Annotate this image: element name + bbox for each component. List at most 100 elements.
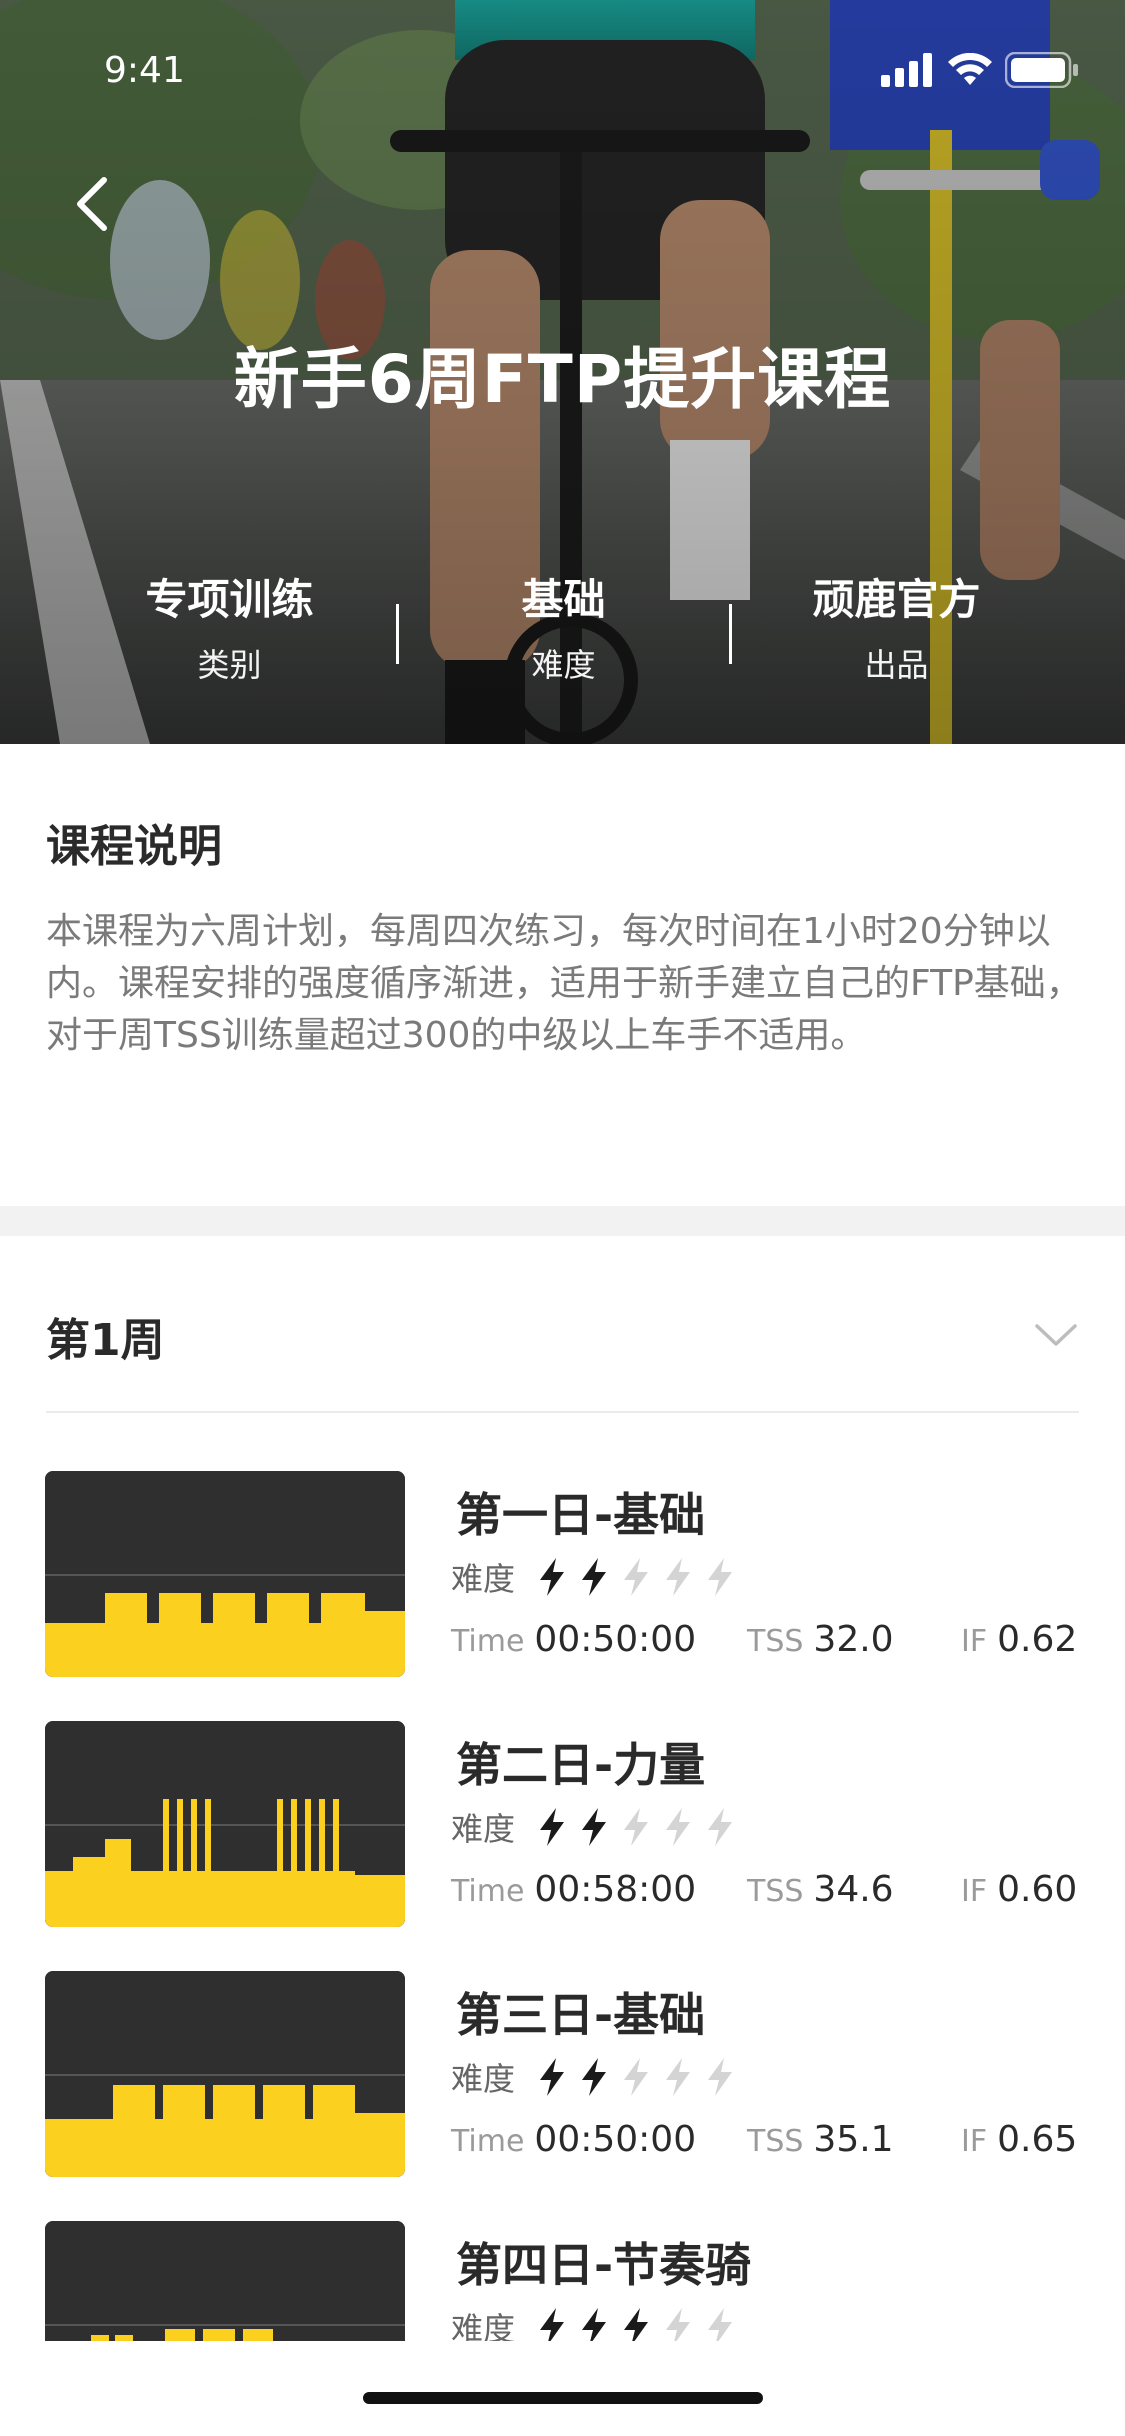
difficulty-label: 难度 — [451, 1560, 516, 1598]
workout-profile-chart — [45, 1721, 405, 1927]
tss-label: TSS — [747, 1624, 804, 1659]
stat-publisher: 顽鹿官方 出品 — [730, 568, 1063, 690]
tss-stat: TSS 35.1 — [747, 2119, 894, 2160]
status-bar: 9:41 — [0, 0, 1125, 132]
stat-category-value: 专项训练 — [145, 575, 314, 624]
workout-title: 第四日-节奏骑 — [456, 2238, 752, 2292]
bolt-inactive-icon — [624, 2058, 649, 2096]
week-title: 第1周 — [46, 1315, 165, 1366]
time-value: 00:50:00 — [534, 2119, 697, 2160]
bolt-inactive-icon — [624, 1808, 649, 1846]
bolt-active-icon — [540, 1558, 565, 1596]
tss-label: TSS — [747, 1874, 804, 1909]
if-stat: IF 0.60 — [961, 1869, 1077, 1910]
bolt-active-icon — [582, 1558, 607, 1596]
workout-title: 第一日-基础 — [456, 1488, 706, 1542]
stat-publisher-label: 出品 — [864, 646, 929, 684]
difficulty-label: 难度 — [451, 2310, 516, 2341]
tss-value: 35.1 — [813, 2119, 894, 2160]
workout-list: 第一日-基础 难度 Time 00:50:00 TSS 32.0 IF 0.62 第二… — [0, 1471, 1125, 2341]
bolt-inactive-icon — [666, 2308, 691, 2341]
bolt-inactive-icon — [666, 2058, 691, 2096]
bolt-inactive-icon — [708, 2058, 733, 2096]
workout-profile-chart — [45, 1471, 405, 1677]
week-divider — [46, 1411, 1079, 1413]
if-label: IF — [961, 1874, 988, 1909]
back-button[interactable] — [62, 168, 122, 240]
section-divider — [0, 1206, 1125, 1236]
time-value: 00:58:00 — [534, 1869, 697, 1910]
bolt-active-icon — [624, 2308, 649, 2341]
time-stat: Time 00:50:00 — [451, 2119, 696, 2160]
bolt-inactive-icon — [708, 1808, 733, 1846]
wifi-icon — [948, 53, 992, 85]
tss-stat: TSS 34.6 — [747, 1869, 894, 1910]
time-stat: Time 00:58:00 — [451, 1869, 696, 1910]
difficulty-rating — [533, 1806, 739, 1848]
tss-value: 34.6 — [813, 1869, 894, 1910]
workout-stats: Time 00:50:00 TSS 32.0 IF 0.62 — [451, 1619, 1081, 1669]
workout-difficulty: 难度 — [451, 2305, 739, 2341]
battery-icon — [1005, 52, 1078, 88]
difficulty-rating — [533, 2056, 739, 2098]
stat-category: 专项训练 类别 — [63, 568, 396, 690]
difficulty-rating — [533, 2306, 739, 2341]
time-label: Time — [451, 1624, 525, 1659]
home-indicator[interactable] — [363, 2392, 763, 2404]
status-icons — [881, 50, 1079, 90]
workout-difficulty: 难度 — [451, 1555, 739, 1599]
time-label: Time — [451, 2124, 525, 2159]
cellular-signal-icon — [881, 53, 932, 87]
course-title: 新手6周FTP提升课程 — [233, 341, 892, 418]
workout-item[interactable]: 第四日-节奏骑 难度 — [0, 2221, 1125, 2341]
description-text: 本课程为六周计划，每周四次练习，每次时间在1小时20分钟以内。课程安排的强度循序… — [46, 911, 1082, 1056]
stat-difficulty: 基础 难度 — [397, 568, 730, 690]
workout-title: 第三日-基础 — [456, 1988, 706, 2042]
workout-profile-chart — [45, 2221, 405, 2341]
bolt-active-icon — [582, 2308, 607, 2341]
bolt-active-icon — [540, 2308, 565, 2341]
stat-difficulty-value: 基础 — [521, 575, 606, 624]
chevron-down-icon[interactable] — [1033, 1312, 1079, 1358]
if-value: 0.65 — [997, 2119, 1078, 2160]
description-title: 课程说明 — [46, 821, 222, 872]
bolt-inactive-icon — [666, 1558, 691, 1596]
tss-stat: TSS 32.0 — [747, 1619, 894, 1660]
workout-difficulty: 难度 — [451, 2055, 739, 2099]
tss-label: TSS — [747, 2124, 804, 2159]
time-value: 00:50:00 — [534, 1619, 697, 1660]
bolt-active-icon — [540, 1808, 565, 1846]
time-label: Time — [451, 1874, 525, 1909]
stat-category-label: 类别 — [197, 646, 262, 684]
workout-difficulty: 难度 — [451, 1805, 739, 1849]
workout-profile-chart — [45, 1971, 405, 2177]
course-stats: 专项训练 类别 基础 难度 顽鹿官方 出品 — [0, 568, 1125, 698]
difficulty-rating — [533, 1556, 739, 1598]
bolt-active-icon — [582, 2058, 607, 2096]
week-section: 第1周 第一日-基础 难度 Time 00:50:00 TSS 32.0 IF … — [0, 1236, 1125, 2436]
workout-stats: Time 00:58:00 TSS 34.6 IF 0.60 — [451, 1869, 1081, 1919]
workout-item[interactable]: 第一日-基础 难度 Time 00:50:00 TSS 32.0 IF 0.62 — [0, 1471, 1125, 1681]
bolt-active-icon — [540, 2058, 565, 2096]
if-value: 0.60 — [997, 1869, 1078, 1910]
difficulty-label: 难度 — [451, 2060, 516, 2098]
if-label: IF — [961, 2124, 988, 2159]
workout-item[interactable]: 第三日-基础 难度 Time 00:50:00 TSS 35.1 IF 0.65 — [0, 1971, 1125, 2181]
workout-stats: Time 00:50:00 TSS 35.1 IF 0.65 — [451, 2119, 1081, 2169]
stat-publisher-value: 顽鹿官方 — [812, 575, 981, 624]
chevron-left-icon — [77, 177, 107, 231]
status-time: 9:41 — [104, 50, 185, 91]
if-stat: IF 0.62 — [961, 1619, 1077, 1660]
bolt-inactive-icon — [708, 1558, 733, 1596]
workout-title: 第二日-力量 — [456, 1738, 706, 1792]
bolt-active-icon — [582, 1808, 607, 1846]
if-stat: IF 0.65 — [961, 2119, 1077, 2160]
tss-value: 32.0 — [813, 1619, 894, 1660]
difficulty-label: 难度 — [451, 1810, 516, 1848]
workout-item[interactable]: 第二日-力量 难度 Time 00:58:00 TSS 34.6 IF 0.60 — [0, 1721, 1125, 1931]
stat-difficulty-label: 难度 — [531, 646, 596, 684]
bolt-inactive-icon — [666, 1808, 691, 1846]
if-value: 0.62 — [997, 1619, 1078, 1660]
course-hero: 9:41 新手6周FTP提升课程 专项训练 类别 基础 难度 顽鹿官方 出品 — [0, 0, 1125, 744]
week-header[interactable]: 第1周 — [46, 1294, 1079, 1374]
